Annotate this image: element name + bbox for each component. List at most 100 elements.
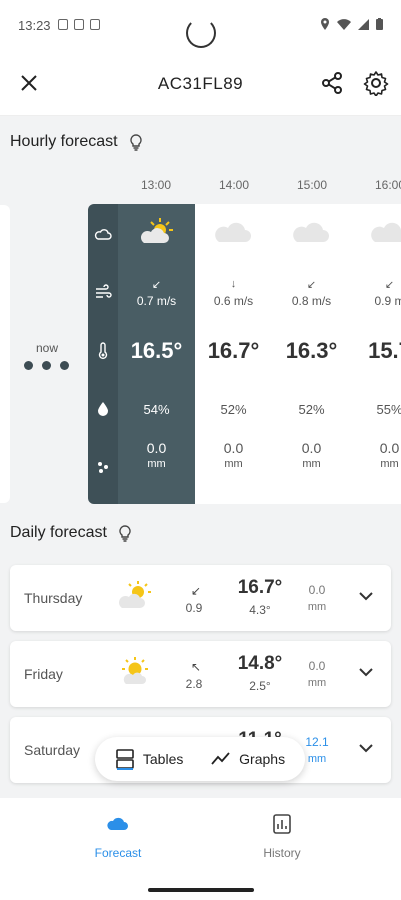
wind-speed: 0.9 m (374, 294, 401, 308)
nav-forecast[interactable]: Forecast (58, 814, 178, 860)
humidity-icon (98, 402, 108, 416)
graphs-label: Graphs (239, 751, 286, 767)
share-button[interactable] (319, 70, 345, 96)
sync-icon (74, 19, 84, 30)
wind-speed: 0.7 m/s (136, 294, 177, 308)
previous-hours-card[interactable] (0, 205, 10, 503)
wind-direction-arrow: ↙ (306, 279, 317, 291)
share-icon (322, 72, 342, 94)
location-icon (321, 18, 329, 30)
cloud-icon (371, 222, 401, 242)
daily-row-thursday[interactable]: Thursday ↙ 0.9 16.7° 4.3° 0.0 mm (10, 565, 391, 631)
chevron-down-icon[interactable] (357, 589, 375, 603)
thermometer-icon (98, 342, 108, 360)
hourly-forecast-title: Hourly forecast (10, 133, 118, 150)
status-bar: 13:23 (0, 0, 401, 52)
precipitation-unit: mm (307, 601, 327, 613)
hour-label: 15:00 (296, 178, 328, 192)
daily-forecast-header: Daily forecast (10, 524, 133, 542)
humidity: 54% (143, 402, 170, 417)
gear-icon (363, 71, 389, 97)
hourly-column[interactable]: ↙ 0.8 m/s 16.3° 52% 0.0 mm (273, 204, 350, 504)
max-temperature: 16.7° (237, 577, 283, 598)
min-temperature: 4.3° (249, 603, 271, 617)
precipitation: 0.0 (308, 583, 326, 597)
humidity: 55% (376, 402, 401, 417)
wind-direction-arrow: ↓ (230, 278, 237, 290)
signal-icon (358, 18, 369, 30)
humidity: 52% (298, 402, 325, 417)
app-bar: AC31FL89 (0, 52, 401, 116)
status-notification-icons (58, 19, 100, 30)
max-temperature: 14.8° (237, 653, 283, 674)
dot (24, 361, 33, 370)
dot (60, 361, 69, 370)
day-name: Saturday (24, 742, 81, 758)
table-icon (116, 749, 134, 770)
hourly-column[interactable]: ↙ 0.9 m 15.7 55% 0.0 mm (351, 204, 401, 504)
lightbulb-icon[interactable] (128, 133, 144, 151)
daily-row-friday[interactable]: Friday ↖ 2.8 14.8° 2.5° 0.0 mm (10, 641, 391, 707)
precipitation-unit: mm (307, 753, 327, 765)
hourly-column[interactable]: ↓ 0.6 m/s 16.7° 52% 0.0 mm (195, 204, 272, 504)
nav-history[interactable]: History (222, 814, 342, 860)
app-notification-icon (90, 19, 100, 30)
status-system-icons (320, 18, 383, 30)
rain-amount: 0.0 (146, 440, 167, 456)
daily-forecast-title: Daily forecast (10, 524, 107, 541)
cloud-icon (215, 222, 251, 242)
now-label: now (36, 341, 59, 355)
wind-direction-arrow: ↙ (190, 584, 202, 598)
shield-icon (58, 19, 68, 30)
day-name: Friday (24, 666, 63, 682)
rain-icon (98, 462, 108, 473)
settings-button[interactable] (363, 70, 389, 97)
bar-chart-icon (273, 814, 291, 834)
hourly-column-clip: ↙ 0.9 m 15.7 55% 0.0 mm (351, 204, 401, 504)
wind-direction-arrow: ↙ (384, 279, 395, 291)
partly-sunny-icon (140, 218, 173, 243)
rain-unit: mm (147, 458, 166, 470)
sunny-cloud-icon (122, 657, 148, 684)
gesture-handle (148, 888, 254, 892)
humidity: 52% (220, 402, 247, 417)
view-toggle: Tables Graphs (95, 737, 305, 781)
dot (42, 361, 51, 370)
graphs-button[interactable]: Graphs (211, 751, 285, 767)
rain-unit: mm (380, 458, 399, 470)
rain-unit: mm (302, 458, 321, 470)
min-temperature: 2.5° (249, 679, 271, 693)
nav-history-label: History (263, 846, 301, 860)
bottom-navigation: Forecast History (0, 798, 401, 900)
hourly-column-current[interactable]: ↙ 0.7 m/s 16.5° 54% 0.0 mm (118, 204, 195, 504)
weather-row-icon (94, 229, 112, 240)
wind-speed: 2.8 (185, 677, 203, 691)
wind-direction-arrow: ↖ (190, 660, 202, 674)
temperature: 16.7° (207, 338, 260, 363)
hour-labels: 13:00 14:00 15:00 16:00 (0, 178, 401, 196)
partly-sunny-icon (118, 581, 151, 608)
camera-notch (186, 18, 216, 48)
rain-amount: 0.0 (379, 440, 400, 456)
cloud-icon (293, 222, 329, 242)
nav-forecast-label: Forecast (94, 846, 142, 860)
load-earlier-button[interactable] (24, 361, 69, 370)
rain-unit: mm (224, 458, 243, 470)
rain-amount: 0.0 (223, 440, 244, 456)
hourly-forecast-header: Hourly forecast (10, 133, 144, 151)
line-chart-icon (211, 752, 230, 765)
hour-label: 14:00 (218, 178, 250, 192)
chevron-down-icon[interactable] (357, 741, 375, 755)
tables-button[interactable]: Tables (115, 748, 183, 770)
temperature: 16.5° (130, 338, 183, 363)
temperature: 15.7 (368, 338, 401, 363)
cloud-forecast-icon (107, 817, 128, 830)
wind-speed: 0.6 m/s (213, 294, 254, 308)
chevron-down-icon[interactable] (357, 665, 375, 679)
wind-speed: 0.9 (185, 601, 203, 615)
temperature: 16.3° (285, 338, 338, 363)
wind-speed: 0.8 m/s (291, 294, 332, 308)
wifi-icon (337, 18, 351, 30)
precipitation-unit: mm (307, 677, 327, 689)
lightbulb-icon[interactable] (117, 524, 133, 542)
